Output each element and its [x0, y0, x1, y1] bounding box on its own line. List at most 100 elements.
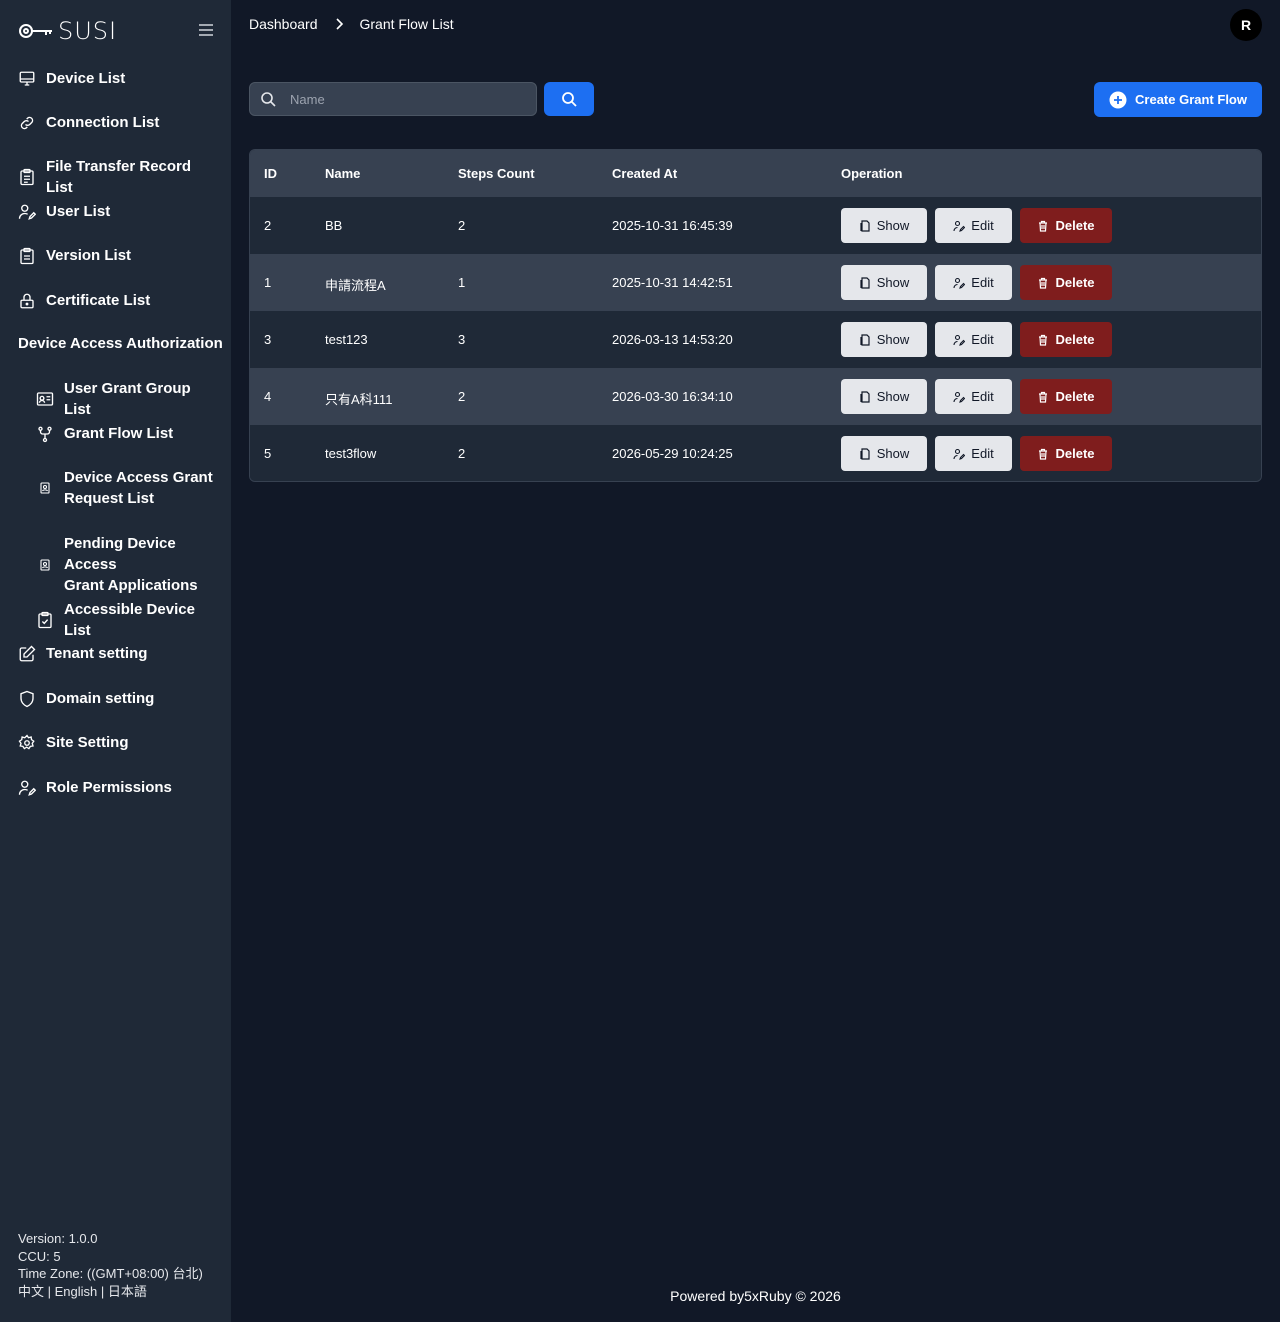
create-grant-flow-button[interactable]: Create Grant Flow — [1094, 82, 1262, 117]
delete-button[interactable]: Delete — [1020, 379, 1112, 414]
sidebar-item-device-list[interactable]: Device List — [18, 68, 221, 89]
user-edit-icon — [18, 203, 36, 221]
sidebar-item-user-list[interactable]: User List — [18, 201, 221, 222]
edit-button-label: Edit — [971, 218, 994, 233]
breadcrumb: Dashboard Grant Flow List — [249, 16, 454, 32]
language-switcher: 中文 | English | 日本語 — [18, 1283, 203, 1301]
edit-button[interactable]: Edit — [935, 436, 1012, 471]
sidebar: SUSI Device List Connection List File Tr… — [0, 0, 231, 1322]
powered-by-footer: Powered by5xRuby © 2026 — [670, 1288, 841, 1304]
delete-button-label: Delete — [1055, 218, 1095, 233]
sidebar-item-site-setting[interactable]: Site Setting — [18, 732, 221, 753]
sidebar-item-accessible-device-list[interactable]: Accessible Device List — [36, 599, 221, 641]
delete-button[interactable]: Delete — [1020, 208, 1112, 243]
sidebar-item-label: Accessible Device List — [64, 601, 195, 639]
show-button[interactable]: Show — [841, 322, 927, 357]
sidebar-item-connection-list[interactable]: Connection List — [18, 112, 221, 133]
lang-link-zh[interactable]: 中文 — [18, 1284, 44, 1299]
lang-link-en[interactable]: English — [55, 1284, 98, 1299]
sidebar-item-label: User Grant Group List — [64, 380, 191, 418]
column-header-name: Name — [325, 166, 361, 181]
gear-icon — [18, 733, 36, 752]
sidebar-item-version-list[interactable]: Version List — [18, 245, 221, 266]
sidebar-item-role-permissions[interactable]: Role Permissions — [18, 777, 221, 798]
search-icon — [562, 92, 577, 107]
lang-link-ja[interactable]: 日本語 — [108, 1284, 147, 1299]
sidebar-item-file-transfer-record-list[interactable]: File Transfer Record List — [18, 156, 221, 198]
table-row: 2 BB 2 2025-10-31 16:45:39 Show Edit Del… — [250, 197, 1261, 254]
edit-button[interactable]: Edit — [935, 265, 1012, 300]
avatar[interactable]: R — [1230, 9, 1262, 41]
show-button-label: Show — [876, 218, 910, 233]
edit-button-label: Edit — [971, 275, 994, 290]
user-edit-icon — [953, 277, 966, 289]
cell-name: test123 — [325, 332, 368, 347]
sidebar-item-grant-flow-list[interactable]: Grant Flow List — [36, 423, 221, 444]
document-icon — [860, 333, 870, 346]
sidebar-item-certificate-list[interactable]: Certificate List — [18, 290, 221, 311]
breadcrumb-dashboard[interactable]: Dashboard — [249, 16, 318, 32]
timezone-text: Time Zone: ((GMT+08:00) 台北) — [18, 1266, 203, 1281]
cell-name: 只有A科111 — [325, 392, 393, 407]
cell-id: 1 — [264, 275, 272, 290]
cell-steps-count: 1 — [458, 275, 466, 290]
sidebar-item-device-access-grant-request-list[interactable]: Device Access Grant Request List — [36, 467, 221, 509]
clipboard-icon — [18, 247, 36, 265]
cell-steps-count: 2 — [458, 446, 466, 461]
row-operations: Show Edit Delete — [841, 379, 1112, 414]
cell-created-at: 2026-05-29 10:24:25 — [612, 446, 733, 461]
delete-button[interactable]: Delete — [1020, 322, 1112, 357]
edit-button[interactable]: Edit — [935, 208, 1012, 243]
trash-icon — [1039, 448, 1048, 460]
sidebar-item-label: Tenant setting — [46, 645, 148, 662]
show-button[interactable]: Show — [841, 436, 927, 471]
sidebar-item-label: Device List — [46, 70, 126, 87]
contact-book-icon — [36, 556, 54, 574]
ccu-text: CCU: 5 — [18, 1248, 61, 1264]
sidebar-item-pending-device-access-grant-applications[interactable]: Pending Device Access Grant Applications — [36, 533, 221, 596]
sidebar-item-tenant-setting[interactable]: Tenant setting — [18, 643, 221, 664]
cell-id: 4 — [264, 389, 272, 404]
show-button[interactable]: Show — [841, 265, 927, 300]
logo[interactable]: SUSI — [18, 17, 117, 45]
sidebar-item-user-grant-group-list[interactable]: User Grant Group List — [36, 378, 221, 420]
table-header: ID Name Steps Count Created At Operation — [250, 150, 1261, 197]
show-button[interactable]: Show — [841, 208, 927, 243]
table-row: 5 test3flow 2 2026-05-29 10:24:25 Show E… — [250, 425, 1261, 481]
lang-separator: | — [97, 1283, 108, 1299]
delete-button[interactable]: Delete — [1020, 436, 1112, 471]
sidebar-item-label: Role Permissions — [46, 779, 172, 796]
table-row: 4 只有A科111 2 2026-03-30 16:34:10 Show Edi… — [250, 368, 1261, 425]
table-row: 3 test123 3 2026-03-13 14:53:20 Show Edi… — [250, 311, 1261, 368]
sidebar-item-label-line2: Request List — [64, 490, 155, 507]
row-operations: Show Edit Delete — [841, 322, 1112, 357]
lang-separator: | — [44, 1283, 55, 1299]
sidebar-item-label: File Transfer Record List — [46, 158, 192, 196]
section-title-device-access-authorization[interactable]: Device Access Authorization — [18, 335, 223, 352]
sidebar-item-label: Device Access Grant Request List — [64, 467, 213, 509]
delete-button[interactable]: Delete — [1020, 265, 1112, 300]
edit-button[interactable]: Edit — [935, 322, 1012, 357]
user-edit-icon — [953, 220, 966, 232]
chevron-right-icon — [335, 18, 343, 30]
edit-button-label: Edit — [971, 332, 994, 347]
trash-icon — [1039, 220, 1048, 232]
delete-button-label: Delete — [1055, 275, 1095, 290]
row-operations: Show Edit Delete — [841, 265, 1112, 300]
edit-button[interactable]: Edit — [935, 379, 1012, 414]
key-logo-icon — [19, 24, 52, 38]
trash-icon — [1039, 277, 1048, 289]
hamburger-menu-icon[interactable] — [197, 21, 215, 39]
table-row: 1 申請流程A 1 2025-10-31 14:42:51 Show Edit … — [250, 254, 1261, 311]
cell-steps-count: 2 — [458, 389, 466, 404]
cell-name: 申請流程A — [325, 278, 386, 293]
search-button[interactable] — [544, 82, 594, 116]
show-button[interactable]: Show — [841, 379, 927, 414]
clipboard-check-icon — [36, 611, 54, 629]
search-input[interactable] — [290, 91, 520, 107]
user-edit-icon — [953, 334, 966, 346]
logo-row: SUSI — [18, 17, 215, 45]
sidebar-item-domain-setting[interactable]: Domain setting — [18, 688, 221, 709]
sidebar-item-label: Domain setting — [46, 690, 155, 707]
trash-icon — [1039, 391, 1048, 403]
